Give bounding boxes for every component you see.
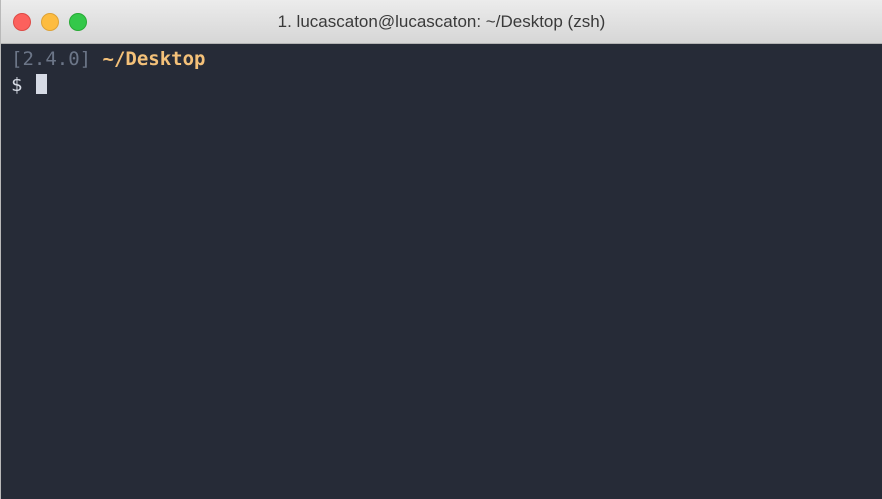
current-directory: ~/Desktop [102,48,206,70]
window-title: 1. lucascaton@lucascaton: ~/Desktop (zsh… [277,12,606,31]
cursor-block-icon [35,74,47,94]
command-line[interactable]: $ [11,72,882,98]
title-bar[interactable]: 1. lucascaton@lucascaton: ~/Desktop (zsh… [1,0,882,44]
prompt-symbol: $ [11,74,23,96]
terminal-content[interactable]: [2.4.0] ~/Desktop $ [1,44,882,499]
terminal-window: 1. lucascaton@lucascaton: ~/Desktop (zsh… [0,0,882,499]
version-label: [2.4.0] [11,48,92,70]
prompt-info-line: [2.4.0] ~/Desktop [11,46,882,72]
